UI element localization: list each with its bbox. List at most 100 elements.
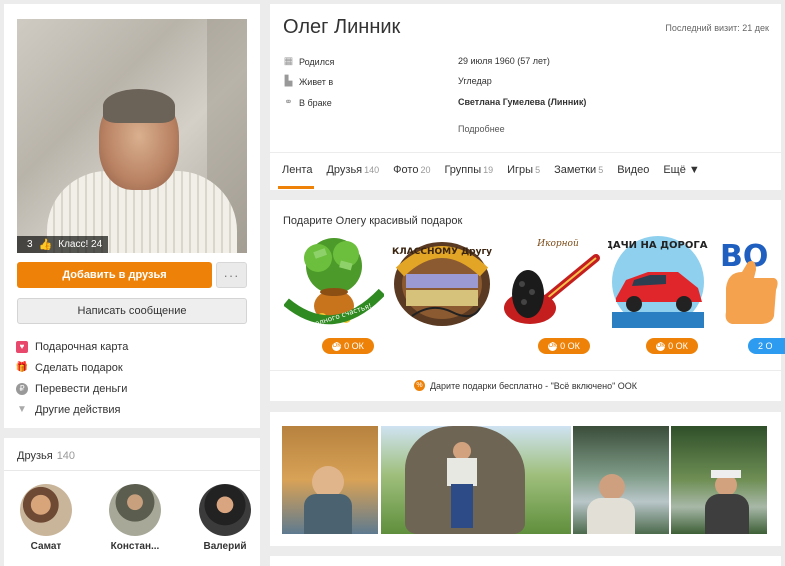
info-spouse-value[interactable]: Светлана Гумелева (Линник): [458, 97, 586, 107]
gifts-promo[interactable]: % Дарите подарки бесплатно - "Всё включе…: [270, 380, 781, 391]
gift-price[interactable]: ОК 0 ОК: [538, 338, 590, 354]
gift-item[interactable]: Икорной ОК 0 ОК: [500, 232, 600, 354]
tab-photos[interactable]: Фото 20: [391, 164, 432, 176]
friend-avatar: [199, 484, 251, 536]
red-car-gift-icon: УДАЧИ НА ДОРОГАХ!: [608, 236, 708, 328]
profile-tabs: Лента Друзья 140 Фото 20 Группы 19 Игры 5 За…: [280, 164, 712, 176]
rings-icon: ⚭: [284, 97, 293, 108]
gift-icon: 🎁: [15, 362, 29, 373]
info-city-value[interactable]: Угледар: [458, 76, 492, 86]
action-make-gift[interactable]: 🎁 Сделать подарок: [16, 357, 128, 378]
write-message-button[interactable]: Написать сообщение: [17, 298, 247, 324]
action-transfer-money[interactable]: ₽ Перевести деньги: [16, 378, 128, 399]
photo-thumbnail[interactable]: [381, 426, 571, 534]
tab-feed[interactable]: Лента: [280, 164, 314, 176]
next-panel: [270, 556, 781, 566]
tab-video[interactable]: Видео: [615, 164, 651, 176]
friend-avatar: [20, 484, 72, 536]
ruble-coin-icon: ₽: [16, 382, 28, 395]
tab-label: Фото: [393, 164, 419, 176]
info-birth-value: 29 июля 1960 (57 лет): [458, 56, 550, 66]
photo-thumbnail[interactable]: [573, 426, 669, 534]
active-tab-indicator: [278, 186, 314, 189]
action-label: Сделать подарок: [35, 361, 123, 374]
info-marriage: ⚭ В браке: [283, 97, 332, 108]
gifts-title: Подарите Олегу красивый подарок: [283, 215, 463, 227]
ok-coin-icon: %: [413, 380, 425, 391]
gifts-promo-text: Дарите подарки бесплатно - "Всё включено…: [429, 380, 638, 391]
tab-notes[interactable]: Заметки 5: [552, 164, 605, 176]
profile-info: Олег Линник Последний визит: 21 дек ▦ Ро…: [270, 4, 781, 190]
action-label: Перевести деньги: [35, 382, 128, 395]
like-icon: 👍: [38, 239, 53, 251]
gift-price[interactable]: 2 О: [748, 338, 785, 354]
action-other[interactable]: ▼ Другие действия: [16, 399, 128, 420]
tab-more[interactable]: Ещё ▼: [661, 164, 701, 176]
photo-count: 3: [27, 239, 33, 250]
tab-label: Лента: [282, 164, 313, 176]
thumbs-up-gift-icon: ВО: [720, 239, 778, 324]
ok-coin-icon: ОК: [332, 341, 342, 351]
friend-item[interactable]: Констан...: [100, 484, 170, 552]
gift-card-icon: ♥: [16, 340, 28, 353]
info-birth: ▦ Родился: [283, 56, 335, 67]
add-friend-button[interactable]: Добавить в друзья: [17, 262, 212, 288]
friend-name: Самат: [30, 541, 62, 552]
photo-likes: Класс! 24: [58, 239, 103, 250]
tab-label: Заметки: [554, 164, 597, 176]
tab-groups[interactable]: Группы 19: [442, 164, 495, 176]
money-tree-gift-icon: Для полного счастья!: [284, 238, 384, 332]
tab-friends[interactable]: Друзья 140: [324, 164, 381, 176]
gift-item[interactable]: УДАЧИ НА ДОРОГАХ! ОК0 ОК: [608, 232, 708, 354]
tab-count: 5: [598, 165, 604, 175]
tab-games[interactable]: Игры 5: [505, 164, 542, 176]
chevron-down-icon: ▼: [17, 404, 27, 415]
gift-price[interactable]: ОК 0 ОК: [646, 338, 698, 354]
gift-item[interactable]: ВО: [716, 232, 781, 342]
action-label: Подарочная карта: [35, 340, 129, 353]
friend-name: Констан...: [110, 541, 160, 552]
tab-label: Группы: [444, 164, 482, 176]
photo-stats: 3 👍 Класс! 24: [17, 236, 109, 253]
friends-panel: Друзья 140 Самат Констан... Валерий: [4, 438, 260, 566]
tab-count: 5: [535, 165, 541, 175]
tab-count: 19: [483, 165, 494, 175]
profile-photo[interactable]: 3 👍 Класс! 24: [17, 19, 247, 253]
gift-item[interactable]: Для полного счастья! ОК 0 ОК: [284, 232, 384, 354]
tab-label: Ещё ▼: [663, 164, 700, 176]
info-label: В браке: [299, 97, 332, 108]
friend-name: Валерий: [203, 541, 247, 552]
info-city: ▙ Живет в: [283, 76, 334, 87]
friend-item[interactable]: Самат: [11, 484, 81, 552]
building-icon: ▙: [284, 76, 293, 87]
action-gift-card[interactable]: ♥ Подарочная карта: [16, 336, 128, 357]
best-friend-gift-icon: КЛАССНОМУ Другу: [392, 242, 492, 326]
svg-text:КЛАССНОМУ Другу: КЛАССНОМУ Другу: [392, 247, 492, 257]
tab-label: Друзья: [326, 164, 363, 176]
calendar-icon: ▦: [283, 56, 294, 67]
ok-coin-icon: ОК: [656, 341, 666, 351]
tab-label: Игры: [507, 164, 534, 176]
info-label: Родился: [299, 56, 335, 67]
gift-price[interactable]: ОК 0 ОК: [322, 338, 374, 354]
tab-count: 20: [420, 165, 431, 175]
photos-panel: [270, 412, 781, 546]
friend-item[interactable]: Валерий: [190, 484, 260, 552]
svg-text:Икорной: Икорной: [536, 239, 579, 249]
tab-count: 140: [364, 165, 380, 175]
more-options-button[interactable]: ···: [216, 262, 247, 288]
photo-thumbnail[interactable]: [282, 426, 378, 534]
photo-thumbnail[interactable]: [671, 426, 767, 534]
profile-actions: ♥ Подарочная карта 🎁 Сделать подарок ₽ П…: [16, 336, 128, 420]
profile-name: Олег Линник: [283, 16, 401, 38]
friends-title[interactable]: Друзья 140: [17, 450, 75, 462]
gift-item[interactable]: КЛАССНОМУ Другу: [392, 232, 492, 342]
svg-text:УДАЧИ НА ДОРОГАХ!: УДАЧИ НА ДОРОГАХ!: [608, 240, 708, 251]
more-info-link[interactable]: Подробнее: [458, 124, 505, 134]
profile-sidebar: 3 👍 Класс! 24 Добавить в друзья ··· Напи…: [4, 4, 260, 428]
friends-title-label: Друзья: [17, 450, 53, 462]
info-label: Живет в: [299, 76, 334, 87]
action-label: Другие действия: [35, 403, 121, 416]
last-visit: Последний визит: 21 дек: [665, 23, 769, 33]
tab-label: Видео: [617, 164, 650, 176]
